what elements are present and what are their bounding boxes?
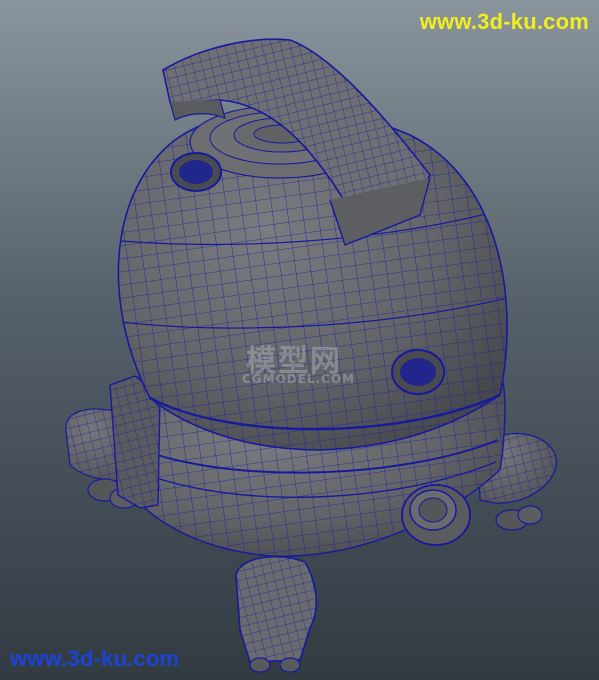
top-left-port bbox=[170, 152, 222, 192]
right-wheel bbox=[495, 505, 543, 531]
hose-inlet bbox=[401, 484, 471, 546]
front-foot bbox=[235, 555, 318, 673]
watermark-logo-en: CGMODEL.COM bbox=[242, 372, 356, 386]
site-watermark-top: www.3d-ku.com bbox=[419, 9, 589, 34]
site-watermark-bottom: www.3d-ku.com bbox=[10, 646, 180, 671]
side-port bbox=[391, 349, 445, 395]
